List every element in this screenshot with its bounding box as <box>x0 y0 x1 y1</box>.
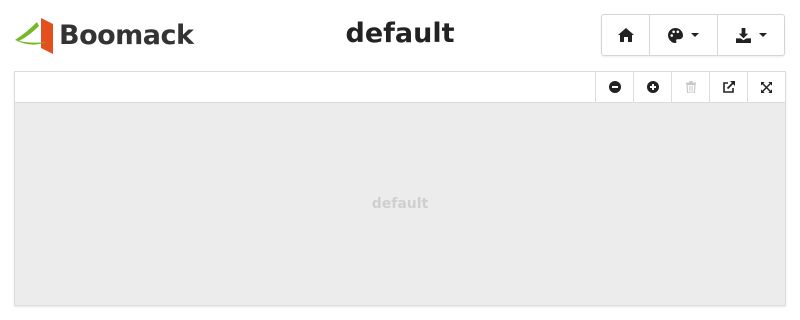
external-link-icon <box>722 81 735 93</box>
panel-content: default <box>15 103 785 305</box>
plus-circle-icon <box>646 81 659 93</box>
zoom-in-button[interactable] <box>633 72 671 102</box>
download-dropdown-button[interactable] <box>718 15 784 55</box>
palette-icon <box>668 27 683 43</box>
download-icon <box>735 27 751 43</box>
clear-button[interactable] <box>671 72 709 102</box>
chevron-down-icon <box>691 33 699 37</box>
panel-toolbar <box>15 72 785 103</box>
expand-icon <box>761 81 772 93</box>
minus-circle-icon <box>608 81 621 93</box>
media-panel: default <box>14 71 786 306</box>
panel-placeholder-text: default <box>371 196 429 212</box>
header-toolbar <box>601 14 785 56</box>
zoom-out-button[interactable] <box>595 72 633 102</box>
trash-icon <box>685 81 696 93</box>
theme-dropdown-button[interactable] <box>650 15 718 55</box>
chevron-down-icon <box>758 33 767 37</box>
fullscreen-button[interactable] <box>747 72 785 102</box>
home-button[interactable] <box>602 15 650 55</box>
home-icon <box>617 28 634 42</box>
open-external-button[interactable] <box>709 72 747 102</box>
